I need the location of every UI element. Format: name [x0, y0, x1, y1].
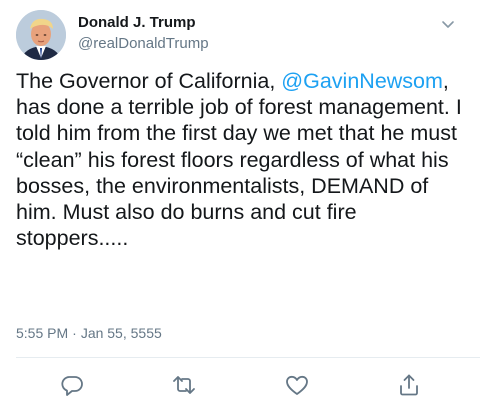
author-handle[interactable]: @realDonaldTrump — [78, 35, 209, 53]
author-display-name[interactable]: Donald J. Trump — [78, 14, 196, 32]
divider — [16, 357, 480, 358]
tweet-text-part: , has done a terrible job of forest mana… — [16, 69, 462, 251]
reply-button[interactable] — [59, 372, 85, 398]
share-icon — [400, 374, 418, 396]
retweet-button[interactable] — [171, 372, 197, 398]
reply-icon — [61, 376, 83, 396]
tweet-time: 5:55 PM — [16, 325, 69, 341]
avatar[interactable] — [16, 10, 66, 60]
mention-link[interactable]: @GavinNewsom — [281, 69, 443, 93]
tweet-text: The Governor of California, @GavinNewsom… — [16, 68, 464, 251]
heart-icon — [286, 375, 308, 395]
share-button[interactable] — [396, 372, 422, 398]
retweet-icon — [173, 376, 195, 394]
tweet-text-part: The Governor of California, — [16, 69, 282, 93]
tweet-timestamp[interactable]: 5:55 PM · Jan 55, 5555 — [16, 324, 162, 342]
like-button[interactable] — [284, 372, 310, 398]
timestamp-separator: · — [72, 325, 77, 341]
profile-photo — [16, 10, 66, 60]
tweet-card: Donald J. Trump @realDonaldTrump The Gov… — [0, 0, 480, 410]
tweet-date: Jan 55, 5555 — [80, 325, 162, 341]
chevron-down-icon[interactable] — [438, 14, 458, 34]
